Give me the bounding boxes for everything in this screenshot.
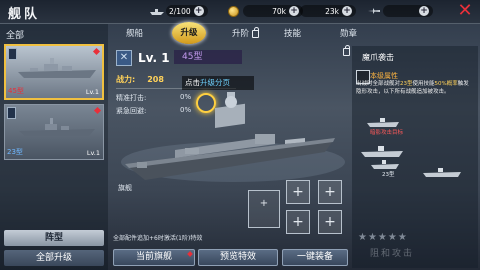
ship-type: 23型 (7, 148, 23, 156)
hint-prefix: 点击 (185, 78, 200, 87)
ship-rank: 45型 (174, 50, 242, 64)
stamina-resource: 2/100 + (150, 4, 208, 18)
auto-equip-button[interactable]: 一键装备 (282, 249, 348, 266)
lock-icon (343, 44, 350, 56)
add-item-button[interactable]: + (419, 6, 429, 16)
ship-card[interactable]: 45型 Lv.1 (4, 44, 104, 100)
extra-resource: + (368, 4, 433, 18)
ship-card[interactable]: 23型 Lv.1 (4, 104, 104, 160)
mini-ship-icon (367, 118, 399, 127)
tab-medal[interactable]: 勋章 (340, 25, 362, 56)
skill-desc-highlight: 23型 (400, 81, 413, 87)
mini-ship-icon (423, 168, 461, 177)
ship-list-panel: 全部 45型 Lv.1 23型 Lv.1 阵型 全部升级 (0, 24, 108, 270)
tab-medal-label: 勋章 (340, 29, 358, 39)
silver-value: 23k (325, 6, 339, 16)
power-label: 战力: (116, 75, 136, 84)
category-filter[interactable]: 全部 (6, 28, 24, 41)
ship-type: 45型 (8, 87, 24, 95)
ship-level-text: Lv. 1 (138, 51, 170, 65)
skill-panel: 魔爪袭击 本级属性 出战时全部战舰对23型使用技能50%概率触发隐形攻击，以下所… (352, 46, 478, 268)
hint-highlight: 升级分页 (200, 78, 230, 87)
add-silver-button[interactable]: + (342, 6, 352, 16)
silver-resource: 23k + (300, 4, 356, 18)
skill-desc-highlight: 50%概率 (434, 81, 458, 87)
current-flagship-button[interactable]: 当前旗舰 (113, 249, 195, 266)
destroyer-icon (18, 58, 96, 78)
skill-description: 出战时全部战舰对23型使用技能50%概率触发隐形攻击，以下所有战舰追加被攻击。 (356, 80, 474, 96)
equipment-slot[interactable]: + (318, 210, 342, 234)
gold-resource: 70k + (228, 4, 303, 18)
equipment-slot[interactable]: + (318, 180, 342, 204)
equipment-slot-main[interactable]: + (248, 190, 280, 228)
skill-desc-part: 出战时全部战舰对 (356, 81, 401, 87)
notification-dot (92, 47, 101, 56)
equipment-slot[interactable]: + (286, 210, 310, 234)
skill-target-label: 暗影攻击目标 (370, 130, 404, 136)
ship-level: Lv.1 (86, 149, 100, 157)
skill-desc-part: 使用技能 (412, 81, 435, 87)
gold-coin-icon (228, 5, 239, 17)
equipment-note: 全部配件追加+6时激活(1阶)特效 (113, 235, 203, 242)
stamina-value: 2/100 (169, 6, 191, 16)
tab-ship[interactable]: 舰船 (126, 25, 143, 43)
tab-upgrade[interactable]: 升级 (172, 22, 206, 44)
joint-attack-label: 阻和攻击 (370, 249, 415, 259)
equipment-slot[interactable]: + (286, 180, 310, 204)
star-rating: ★★★★★ (358, 232, 408, 243)
tab-advance[interactable]: 升阶 (232, 25, 260, 43)
close-button[interactable]: ✕ (456, 2, 474, 20)
power-row: 战力: 208 (116, 74, 164, 85)
plus-icon: + (259, 198, 269, 209)
add-stamina-button[interactable]: + (193, 6, 204, 16)
formation-button[interactable]: 阵型 (4, 230, 104, 246)
lock-icon (252, 26, 260, 38)
tab-advance-label: 升阶 (232, 29, 250, 39)
skill-ship-type: 23型 (382, 172, 395, 178)
rank-x-icon: ✕ (116, 50, 132, 66)
power-value: 208 (147, 75, 164, 84)
ship-level: Lv.1 (85, 88, 99, 96)
add-gold-button[interactable]: + (289, 6, 299, 16)
page-title: 舰队 (8, 7, 41, 22)
level-row: ✕ Lv. 1 (116, 50, 170, 66)
ship-icon (150, 7, 164, 15)
plane-icon (368, 7, 380, 15)
mini-ship-icon (371, 160, 399, 169)
flagship-label: 旗舰 (118, 184, 132, 192)
notification-dot (93, 106, 102, 115)
mini-ship-icon (361, 146, 403, 157)
fleet-screen: 舰队 2/100 + 70k + 23k + + ✕ 全部 45型 Lv.1 2… (0, 0, 480, 270)
tab-bar: 舰船 升级 升阶 技能 勋章 (112, 22, 362, 56)
top-bar: 舰队 2/100 + 70k + 23k + + ✕ (0, 0, 480, 24)
tab-skill[interactable]: 技能 (284, 25, 301, 43)
preview-effects-button[interactable]: 预览特效 (198, 249, 278, 266)
upgrade-all-button[interactable]: 全部升级 (4, 250, 104, 266)
current-flagship-label: 当前旗舰 (135, 252, 172, 262)
skill-name: 魔爪袭击 (362, 53, 394, 62)
tutorial-hint: 点击升级分页 (182, 76, 254, 90)
notification-dot (187, 251, 193, 257)
ship-model (121, 92, 345, 182)
frigate-icon (19, 118, 95, 136)
gold-value: 70k (272, 6, 286, 16)
